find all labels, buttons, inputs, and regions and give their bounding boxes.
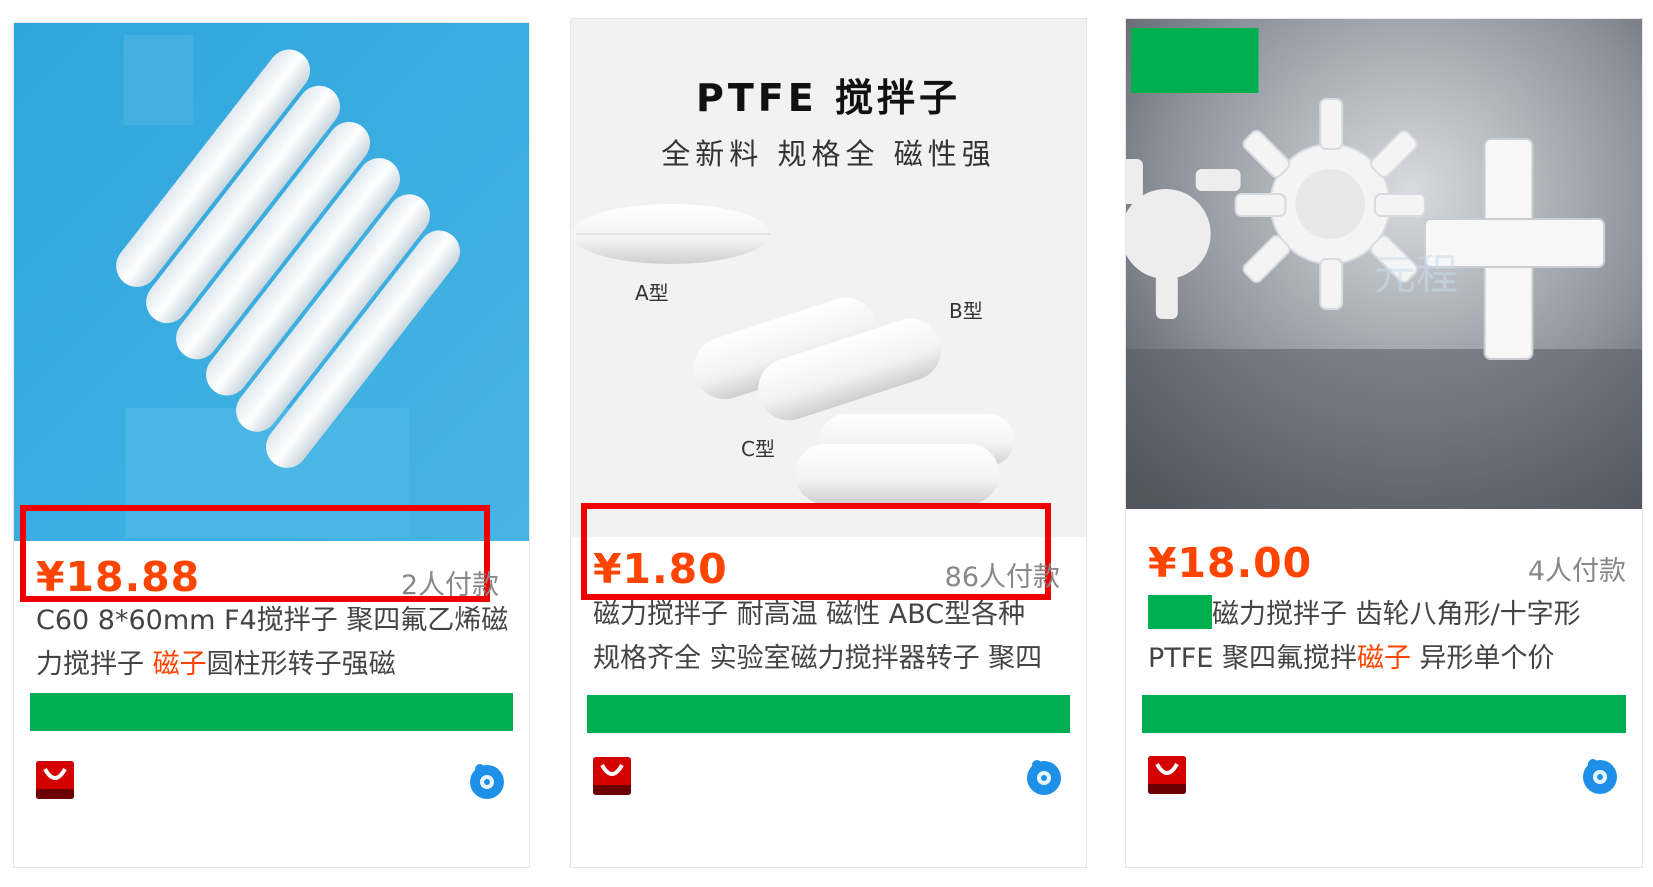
redacted-shop-name (30, 693, 513, 731)
shop-logo-icon[interactable] (593, 757, 631, 795)
image-subline: 全新料 规格全 磁性强 (661, 137, 996, 171)
product-title[interactable]: 磁力搅拌子 齿轮八角形/十字形 PTFE 聚四氟搅拌磁子 异形单个价 (1148, 593, 1628, 681)
product-card[interactable]: PTFE 搅拌子 全新料 规格全 磁性强 A型 B型 C型 ¥1.80 86人付… (570, 18, 1087, 868)
paid-count: 86人付款 (944, 562, 1060, 593)
type-a-label: A型 (635, 281, 669, 305)
type-b-label: B型 (949, 299, 983, 323)
image-watermark: 元程 (1374, 250, 1459, 299)
type-c-label: C型 (741, 437, 775, 461)
product-title[interactable]: C60 8*60mm F4搅拌子 聚四氟乙烯磁 力搅拌子 磁子圆柱形转子强磁 (36, 599, 515, 687)
paid-count: 2人付款 (400, 570, 499, 601)
paid-count: 4人付款 (1527, 556, 1626, 587)
product-title[interactable]: 磁力搅拌子 耐高温 磁性 ABC型各种 规格齐全 实验室磁力搅拌器转子 聚四 (593, 593, 1072, 681)
shop-logo-icon[interactable] (1148, 756, 1186, 794)
redacted-text (1148, 595, 1212, 629)
product-card[interactable]: 元程 ¥18.00 4人付款 磁力搅拌子 齿轮八角形/十字形 PTFE 聚四氟搅… (1125, 18, 1643, 868)
wangwang-chat-icon[interactable] (1580, 756, 1620, 796)
wangwang-chat-icon[interactable] (1024, 757, 1064, 797)
product-card[interactable]: ¥18.88 2人付款 C60 8*60mm F4搅拌子 聚四氟乙烯磁 力搅拌子… (13, 22, 530, 868)
price: ¥18.00 (1148, 539, 1313, 587)
wangwang-chat-icon[interactable] (467, 761, 507, 801)
product-image[interactable] (14, 23, 529, 541)
price: ¥18.88 (36, 553, 201, 601)
price: ¥1.80 (593, 545, 728, 593)
image-headline: PTFE 搅拌子 (696, 76, 961, 120)
price-row: ¥18.00 4人付款 (1126, 513, 1642, 605)
redacted-shop-name (587, 695, 1070, 733)
product-grid: ¥18.88 2人付款 C60 8*60mm F4搅拌子 聚四氟乙烯磁 力搅拌子… (0, 0, 1653, 887)
redacted-shop-name (1142, 695, 1626, 733)
shop-logo-icon[interactable] (36, 761, 74, 799)
